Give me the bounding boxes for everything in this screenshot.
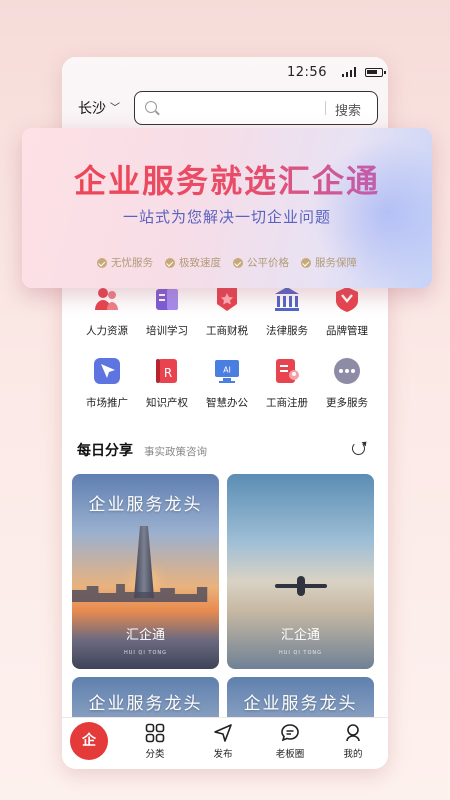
service-item-more[interactable]: 更多服务 [317,357,377,410]
service-label: 更多服务 [326,397,368,409]
brand-logo-text: 汇企通 [125,628,165,643]
share-card[interactable]: 汇企通 HUI QI TONG [227,474,374,669]
service-label: 工商财税 [206,325,248,337]
service-label: 品牌管理 [326,325,368,337]
banner-subtitle: 一站式为您解决一切企业问题 [122,208,331,226]
promo-banner[interactable]: 企业服务就选汇企通 一站式为您解决一切企业问题 无忧服务 极致速度 公平价格 服… [22,128,432,288]
tab-label: 分类 [145,749,165,760]
service-row: 市场推广 R 知识产权 AI 智慧办公 工商注册 更多服务 [62,357,388,417]
share-card[interactable]: 企业服务龙头 汇企通 HUI QI TONG [72,474,219,669]
search-icon [145,101,157,113]
home-tab[interactable]: 企 [70,722,108,760]
check-icon [165,257,175,268]
check-icon [97,257,107,268]
service-label: 人力资源 [86,325,128,337]
book-icon [153,285,181,313]
search-bar: 搜索 [134,91,378,125]
check-icon [233,257,243,268]
status-bar: 12:56 [62,57,388,87]
service-label: 工商注册 [266,397,308,409]
tag-label: 极致速度 [179,257,221,269]
service-label: 培训学习 [146,325,188,337]
signal-icon [342,67,356,77]
send-icon [213,723,233,743]
search-input[interactable] [165,98,315,118]
tag-label: 公平价格 [247,257,289,269]
service-item-office[interactable]: AI 智慧办公 [197,357,257,410]
register-icon [273,357,301,385]
banner-tag: 极致速度 [165,255,221,270]
service-item-register[interactable]: 工商注册 [257,357,317,410]
tab-publish[interactable]: 发布 [198,723,248,760]
banner-tag: 服务保障 [301,255,357,270]
banner-tag: 无忧服务 [97,255,153,270]
service-label: 市场推广 [86,397,128,409]
tag-label: 无忧服务 [111,257,153,269]
service-item-marketing[interactable]: 市场推广 [77,357,137,410]
svg-text:R: R [164,366,172,380]
tag-label: 服务保障 [315,257,357,269]
section-title: 每日分享 [77,443,133,459]
medal-icon [333,285,361,313]
search-divider [325,101,326,115]
chat-icon [280,723,300,743]
service-item-ip[interactable]: R 知识产权 [137,357,197,410]
bottom-tab-bar: 企 分类 发布 老板圈 我的 [62,717,388,769]
service-label: 知识产权 [146,397,188,409]
badge-icon [213,285,241,313]
banner-tag: 公平价格 [233,255,289,270]
refresh-icon[interactable] [352,442,365,455]
brand-logo: 汇企通 HUI QI TONG [227,624,374,658]
battery-icon [365,68,386,77]
status-time: 12:56 [287,65,327,80]
service-item-hr[interactable]: 人力资源 [77,285,137,338]
card-title: 企业服务龙头 [88,694,203,714]
tower-image [134,526,154,598]
tab-boss-circle[interactable]: 老板圈 [265,723,315,760]
service-item-brand[interactable]: 品牌管理 [317,285,377,338]
service-item-training[interactable]: 培训学习 [137,285,197,338]
card-title: 企业服务龙头 [88,495,203,515]
court-icon [273,285,301,313]
search-button[interactable]: 搜索 [335,100,361,119]
ai-monitor-icon: AI [213,357,241,385]
svg-text:AI: AI [223,366,231,375]
service-label: 法律服务 [266,325,308,337]
service-row: 人力资源 培训学习 工商财税 法律服务 品牌管理 [62,285,388,345]
tab-label: 老板圈 [275,749,305,760]
chevron-down-icon[interactable]: ﹀ [110,99,120,114]
service-label: 智慧办公 [206,397,248,409]
service-item-tax[interactable]: 工商财税 [197,285,257,338]
city-selector[interactable]: 长沙 [78,98,106,118]
grid-icon [145,723,165,743]
card-title: 企业服务龙头 [243,694,358,714]
banner-tags: 无忧服务 极致速度 公平价格 服务保障 [22,255,432,270]
brand-logo-text: 汇企通 [280,628,320,643]
section-subtitle: 事实政策咨询 [144,446,207,458]
airplane-image [275,574,327,596]
banner-title: 企业服务就选汇企通 [22,156,432,202]
brand-logo: 汇企通 HUI QI TONG [72,624,219,658]
tab-category[interactable]: 分类 [130,723,180,760]
brand-logo-sub: HUI QI TONG [123,650,168,656]
people-icon [93,285,121,313]
tab-label: 发布 [213,749,233,760]
tab-label: 我的 [343,749,363,760]
profile-icon [343,723,363,743]
more-icon [333,357,361,385]
copyright-icon: R [153,357,181,385]
service-item-legal[interactable]: 法律服务 [257,285,317,338]
cursor-icon [93,357,121,385]
brand-logo-sub: HUI QI TONG [278,650,323,656]
check-icon [301,257,311,268]
tab-profile[interactable]: 我的 [328,723,378,760]
